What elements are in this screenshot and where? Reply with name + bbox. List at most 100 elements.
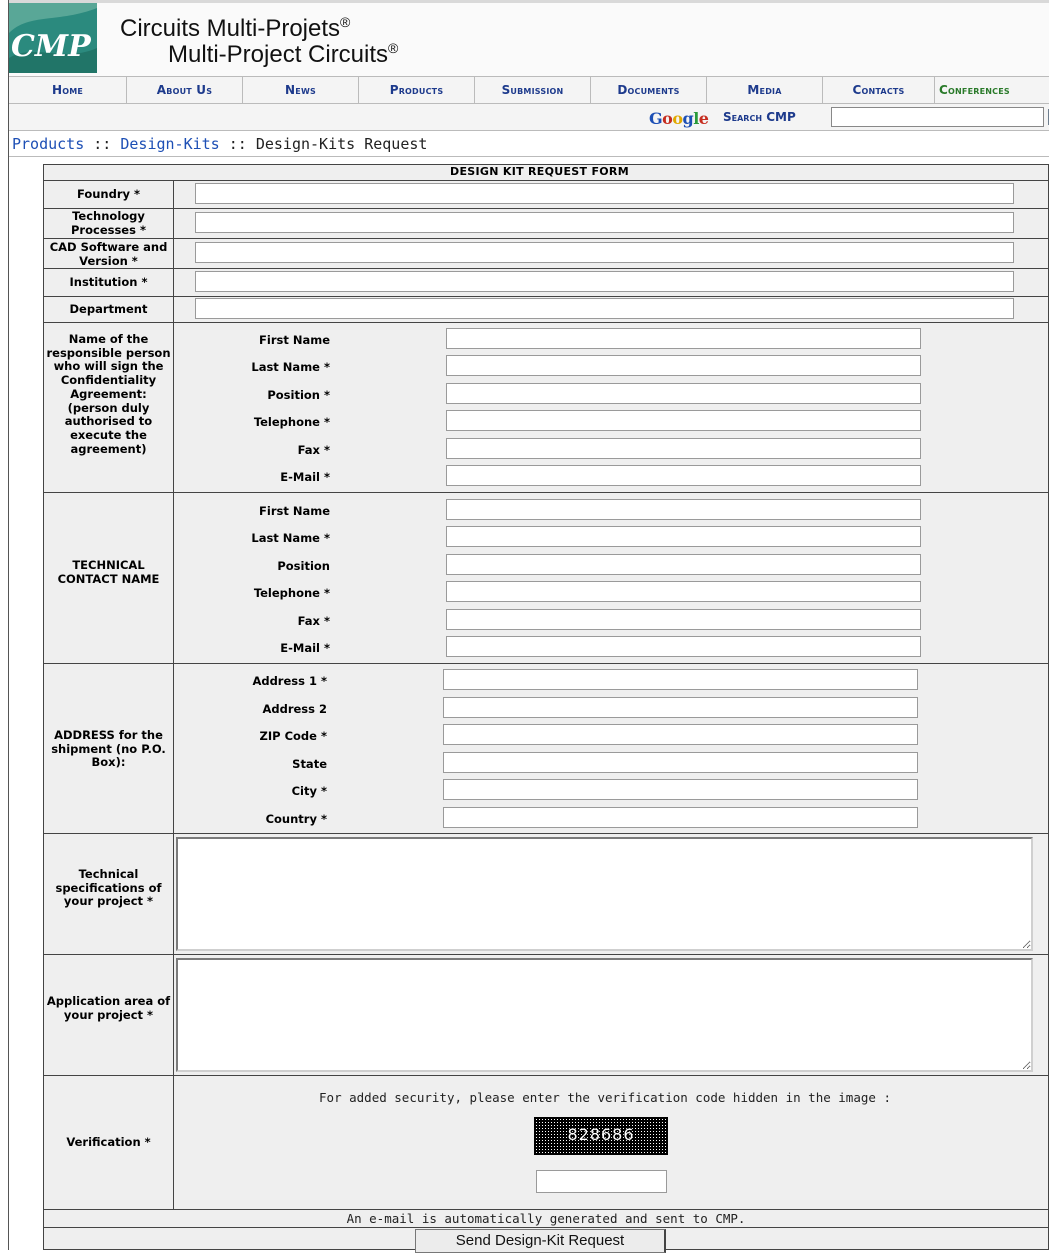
row-divider [43,180,1049,181]
breadcrumb: Products :: Design-Kits :: Design-Kits R… [12,135,427,153]
google-logo: Google [649,109,709,128]
title-line2-text: Multi-Project Circuits [168,41,389,68]
technical-specifications-textarea[interactable] [176,837,1033,951]
row-divider [43,1075,1049,1076]
tech-telephone-field[interactable] [446,581,921,602]
institution-label: Institution * [69,275,148,289]
form-title: DESIGN KIT REQUEST FORM [450,165,629,178]
nav-conferences[interactable]: Conferences [935,77,1049,105]
resp-fax-label: Fax * [297,443,330,457]
institution-field[interactable] [195,271,1014,292]
reg-mark: ® [340,14,351,30]
row-divider [43,1209,1049,1210]
tech-fax-label: Fax * [297,614,330,628]
country-field[interactable] [443,807,918,828]
row-divider [43,1227,1049,1228]
send-design-kit-request-button[interactable]: Send Design-Kit Request [415,1229,666,1253]
resp-email-label: E-Mail * [280,470,330,484]
nav-contacts[interactable]: Contacts [823,77,935,105]
tech-last-name-label: Last Name * [251,531,330,545]
country-label: Country * [265,812,327,826]
cmp-logo[interactable]: CMP [9,3,97,73]
breadcrumb-separator: :: [219,135,256,153]
nav-products[interactable]: Products [359,77,475,105]
nav-documents[interactable]: Documents [591,77,707,105]
tech-telephone-label: Telephone * [253,586,330,600]
tech-email-field[interactable] [446,636,921,657]
verification-instructions: For added security, please enter the ver… [319,1090,891,1105]
department-field[interactable] [195,298,1014,319]
captcha-image: 828686 [534,1117,668,1155]
nav-media[interactable]: Media [707,77,823,105]
tech-first-name-label: First Name [259,504,330,518]
row-divider [43,833,1049,834]
technical-contact-label: TECHNICAL CONTACT NAME [57,558,160,586]
tech-first-name-field[interactable] [446,499,921,520]
nav-news[interactable]: News [243,77,359,105]
resp-first-name-field[interactable] [446,328,921,349]
row-divider [43,954,1049,955]
technology-field[interactable] [195,212,1014,233]
breadcrumb-divider [9,156,1049,157]
application-area-label: Application area of your project * [46,994,171,1022]
shipment-address-label: ADDRESS for the shipment (no P.O. Box): [51,728,166,770]
nav-about-us[interactable]: About Us [127,77,243,105]
technical-specifications-label: Technical specifications of your project… [55,867,162,909]
address2-field[interactable] [443,697,918,718]
breadcrumb-current: Design-Kits Request [255,135,428,153]
address2-label: Address 2 [262,702,327,716]
row-divider [43,208,1049,209]
address1-label: Address 1 * [252,674,327,688]
resp-fax-field[interactable] [446,438,921,459]
breadcrumb-design-kits[interactable]: Design-Kits [120,135,219,153]
verification-label: Verification * [66,1135,151,1149]
foundry-field[interactable] [195,183,1014,204]
resp-last-name-label: Last Name * [251,360,330,374]
nav-home[interactable]: Home [9,77,127,105]
city-field[interactable] [443,779,918,800]
reg-mark: ® [388,40,399,56]
breadcrumb-products[interactable]: Products [12,135,84,153]
breadcrumb-separator: :: [84,135,121,153]
captcha-code: 828686 [567,1125,635,1144]
resp-telephone-field[interactable] [446,410,921,431]
tech-last-name-field[interactable] [446,526,921,547]
row-divider [43,268,1049,269]
cad-software-label: CAD Software and Version * [49,240,168,268]
tech-position-field[interactable] [446,554,921,575]
department-label: Department [69,302,148,316]
email-notice: An e-mail is automatically generated and… [346,1211,746,1226]
technology-label: Technology Processes * [71,209,146,237]
resp-last-name-field[interactable] [446,355,921,376]
site-title-english: Multi-Project Circuits® [168,35,398,68]
tech-fax-field[interactable] [446,609,921,630]
row-divider [43,492,1049,493]
search-bar: Google Search CMP [9,104,1049,131]
city-label: City * [291,784,327,798]
resp-telephone-label: Telephone * [253,415,330,429]
row-divider [43,663,1049,664]
resp-position-label: Position * [267,388,330,402]
tech-position-label: Position [277,559,330,573]
logo-letters: CMP [11,29,91,64]
cad-software-field[interactable] [195,242,1014,263]
search-cmp-label[interactable]: Search CMP [723,110,796,124]
resp-position-field[interactable] [446,383,921,404]
zip-code-label: ZIP Code * [259,729,327,743]
search-input[interactable] [831,107,1044,127]
row-divider [43,238,1049,239]
tech-email-label: E-Mail * [280,641,330,655]
state-label: State [292,757,327,771]
application-area-textarea[interactable] [176,958,1033,1072]
address1-field[interactable] [443,669,918,690]
state-field[interactable] [443,752,918,773]
foundry-label: Foundry * [76,187,141,201]
main-nav: Home About Us News Products Submission D… [9,76,1049,105]
resp-email-field[interactable] [446,465,921,486]
responsible-person-label: Name of the responsible person who will … [46,332,171,456]
zip-code-field[interactable] [443,724,918,745]
nav-submission[interactable]: Submission [475,77,591,105]
row-divider [43,296,1049,297]
row-divider [43,322,1049,323]
verification-code-field[interactable] [536,1170,667,1193]
